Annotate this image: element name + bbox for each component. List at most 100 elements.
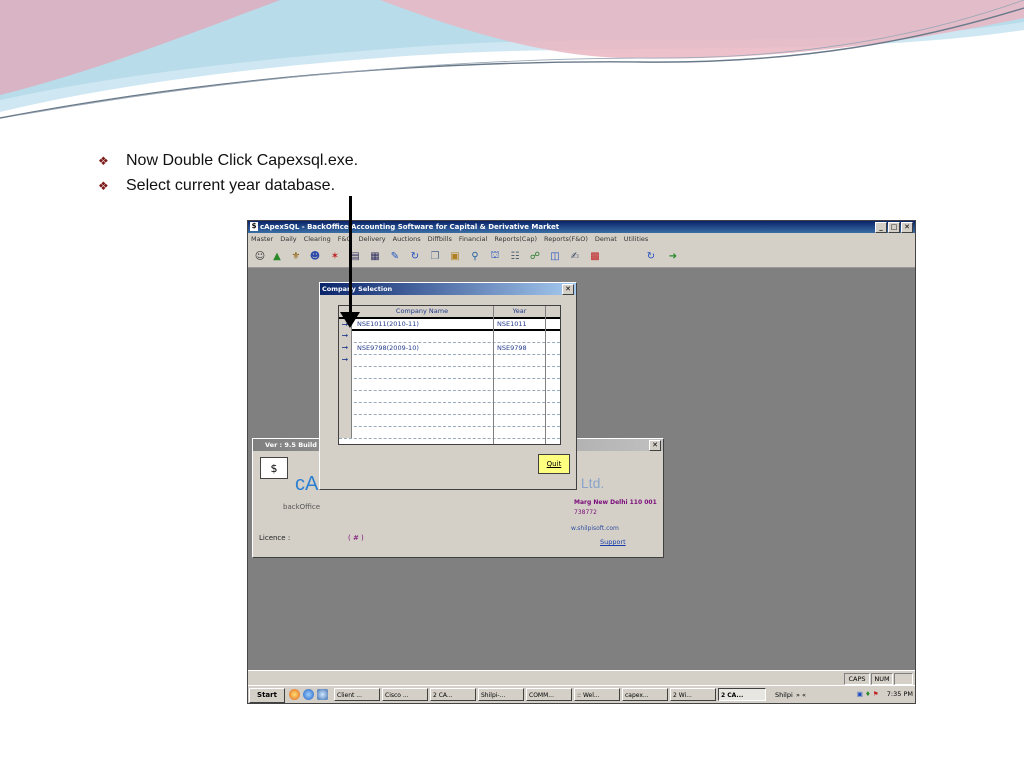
taskbar-shilpi[interactable]: Shilpi-... <box>478 688 524 701</box>
tray-security-icon[interactable]: ♦ <box>865 690 871 698</box>
pointer-arrow-icon <box>340 312 360 328</box>
start-label: Start <box>257 691 277 699</box>
column-divider <box>545 306 546 444</box>
diamond-bullet-icon: ❖ <box>98 153 109 168</box>
status-bar: CAPS NUM <box>248 670 915 685</box>
edit-icon[interactable]: ✎ <box>388 249 402 263</box>
taskbar: Start Client ... Cisco ... 2 CA... Shilp… <box>248 685 915 703</box>
row-pointer-icon: ➞ <box>339 330 352 342</box>
tray-chevrons[interactable]: » « <box>796 689 806 702</box>
brand-tagline: backOffice <box>283 503 321 511</box>
diamond-bullet-icon: ❖ <box>98 178 109 193</box>
support-link[interactable]: Support <box>600 538 626 546</box>
menu-daily[interactable]: Daily <box>280 235 296 243</box>
company-address: Marg New Delhi 110 001 <box>574 499 657 506</box>
licence-value: ( # ) <box>348 534 364 542</box>
taskbar-cisco[interactable]: Cisco ... <box>382 688 428 701</box>
pin-icon[interactable]: ✶ <box>328 249 342 263</box>
num-indicator: NUM <box>871 673 893 685</box>
maximize-button[interactable]: □ <box>888 222 900 233</box>
globe-icon[interactable]: ☍ <box>528 249 542 263</box>
menu-diffbills[interactable]: Diffbills <box>428 235 452 243</box>
refresh-icon[interactable]: ↻ <box>408 249 422 263</box>
cell-year: NSE9798 <box>497 344 527 352</box>
taskbar-windows-group[interactable]: 2 Wi... <box>670 688 716 701</box>
empty-row <box>339 426 560 439</box>
row-selector <box>339 426 352 438</box>
people-icon[interactable]: ☻ <box>308 249 322 263</box>
bullet-text: Select current year database. <box>126 176 336 194</box>
clock: 7:35 PM <box>886 690 913 698</box>
menu-auctions[interactable]: Auctions <box>393 235 421 243</box>
dialog-title: Company Selection <box>320 283 576 295</box>
tray-toolbar-label: Shilpi <box>775 691 793 699</box>
brand-logo-text: cA <box>295 473 319 495</box>
folder-icon[interactable]: ▣ <box>448 249 462 263</box>
menu-clearing[interactable]: Clearing <box>304 235 331 243</box>
taskbar-comm[interactable]: COMM... <box>526 688 572 701</box>
table-row[interactable]: ➞ NSE1011(2010-11) NSE1011 <box>339 317 560 331</box>
menu-master[interactable]: Master <box>251 235 273 243</box>
menu-utilities[interactable]: Utilities <box>624 235 648 243</box>
row-pointer-icon: ➞ <box>339 342 352 354</box>
licence-label: Licence : <box>259 534 291 542</box>
browser-quicklaunch-icon[interactable] <box>289 689 300 700</box>
taskbar-client[interactable]: Client ... <box>334 688 380 701</box>
bullet-text: Now Double Click Capexsql.exe. <box>126 151 359 169</box>
user-icon[interactable]: ☺ <box>253 249 267 263</box>
cell-year: NSE1011 <box>497 320 527 328</box>
taskbar-capex-active[interactable]: 2 CA... <box>718 688 766 701</box>
window-controls: _ □ ✕ <box>875 222 913 233</box>
menu-delivery[interactable]: Delivery <box>359 235 386 243</box>
ie-quicklaunch-icon[interactable] <box>303 689 314 700</box>
app-icon: $ <box>250 222 258 231</box>
row-selector <box>339 378 352 390</box>
company-grid: Company Name Year ➞ NSE1011(2010-11) NSE… <box>338 305 561 445</box>
version-close-button[interactable]: ✕ <box>649 440 661 451</box>
row-selector <box>339 390 352 402</box>
network-icon[interactable]: ◫ <box>548 249 562 263</box>
close-button[interactable]: ✕ <box>901 222 913 233</box>
menu-demat[interactable]: Demat <box>595 235 617 243</box>
dialog-close-button[interactable]: ✕ <box>562 284 574 295</box>
taskbar-capex[interactable]: capex... <box>622 688 668 701</box>
row-selector <box>339 366 352 378</box>
system-tray: ▣ ♦ ⚑ 7:35 PM <box>857 688 913 701</box>
taskbar-welcome[interactable]: :: Wel... <box>574 688 620 701</box>
tray-network-icon[interactable]: ▣ <box>857 690 863 698</box>
menu-reports-fno[interactable]: Reports(F&O) <box>544 235 588 243</box>
header-wave-decoration <box>0 0 1024 119</box>
row-selector <box>339 414 352 426</box>
app-screenshot: $ cApexSQL - BackOffice Accounting Softw… <box>247 220 916 704</box>
calendar-icon[interactable]: ▩ <box>588 249 602 263</box>
menu-reports-cap[interactable]: Reports(Cap) <box>494 235 537 243</box>
calculator-icon[interactable]: ☷ <box>508 249 522 263</box>
notepad-icon[interactable]: ✍ <box>568 249 582 263</box>
app-logo-icon: $ <box>260 457 288 479</box>
list-item: ❖ Select current year database. <box>98 173 358 198</box>
list-item: ❖ Now Double Click Capexsql.exe. <box>98 148 358 173</box>
instruction-list: ❖ Now Double Click Capexsql.exe. ❖ Select … <box>98 148 358 198</box>
company-website[interactable]: w.shilpisoft.com <box>571 525 619 532</box>
mdi-workspace: Ver : 9.5 Build ✕ $ cA backOffice Licenc… <box>248 268 915 670</box>
desktop-quicklaunch-icon[interactable] <box>317 689 328 700</box>
status-panel-empty <box>894 673 913 685</box>
app-title: cApexSQL - BackOffice Accounting Softwar… <box>260 223 560 231</box>
cell-company-name: NSE1011(2010-11) <box>357 320 419 328</box>
row-selector <box>339 402 352 414</box>
minimize-button[interactable]: _ <box>875 222 887 233</box>
chart-icon[interactable]: ▲ <box>270 249 284 263</box>
taskbar-capex-group[interactable]: 2 CA... <box>430 688 476 701</box>
sync-icon[interactable]: ↻ <box>644 249 658 263</box>
tray-flag-icon[interactable]: ⚑ <box>873 690 879 698</box>
menu-financial[interactable]: Financial <box>459 235 487 243</box>
column-divider <box>493 306 494 444</box>
document-icon[interactable]: ▦ <box>368 249 382 263</box>
start-button[interactable]: Start <box>249 688 285 703</box>
search-icon[interactable]: ⚲ <box>468 249 482 263</box>
quit-button[interactable]: Quit <box>538 454 570 474</box>
copy-icon[interactable]: ❐ <box>428 249 442 263</box>
cart-icon[interactable]: ⛫ <box>488 249 502 263</box>
exit-icon[interactable]: ➜ <box>666 249 680 263</box>
lamp-icon[interactable]: ⚜ <box>289 249 303 263</box>
